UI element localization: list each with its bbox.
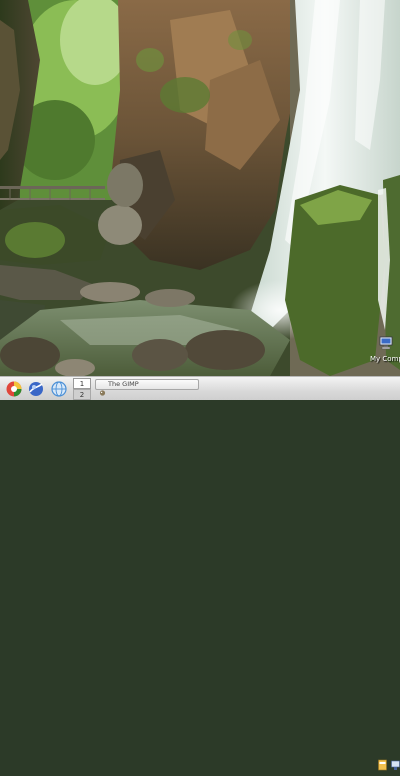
wallpaper	[0, 0, 400, 376]
browser-icon[interactable]	[27, 380, 45, 398]
workspace-2[interactable]: 2	[73, 389, 91, 400]
task-label: The GIMP	[108, 380, 139, 388]
file-manager-icon[interactable]	[378, 757, 387, 771]
workspace-1[interactable]: 1	[73, 378, 91, 389]
desktop-icon-my-computer[interactable]: My Computer	[370, 336, 400, 368]
globe-icon[interactable]	[50, 380, 68, 398]
taskbar: 1 2 The GIMP	[0, 376, 400, 771]
desktop: My Computer	[0, 0, 400, 376]
task-button-gimp[interactable]: The GIMP	[95, 379, 199, 396]
menu-icon[interactable]	[5, 380, 23, 398]
desktop-icon-label: My Computer	[370, 355, 400, 363]
network-icon[interactable]	[391, 757, 400, 771]
gimp-icon	[99, 381, 106, 396]
